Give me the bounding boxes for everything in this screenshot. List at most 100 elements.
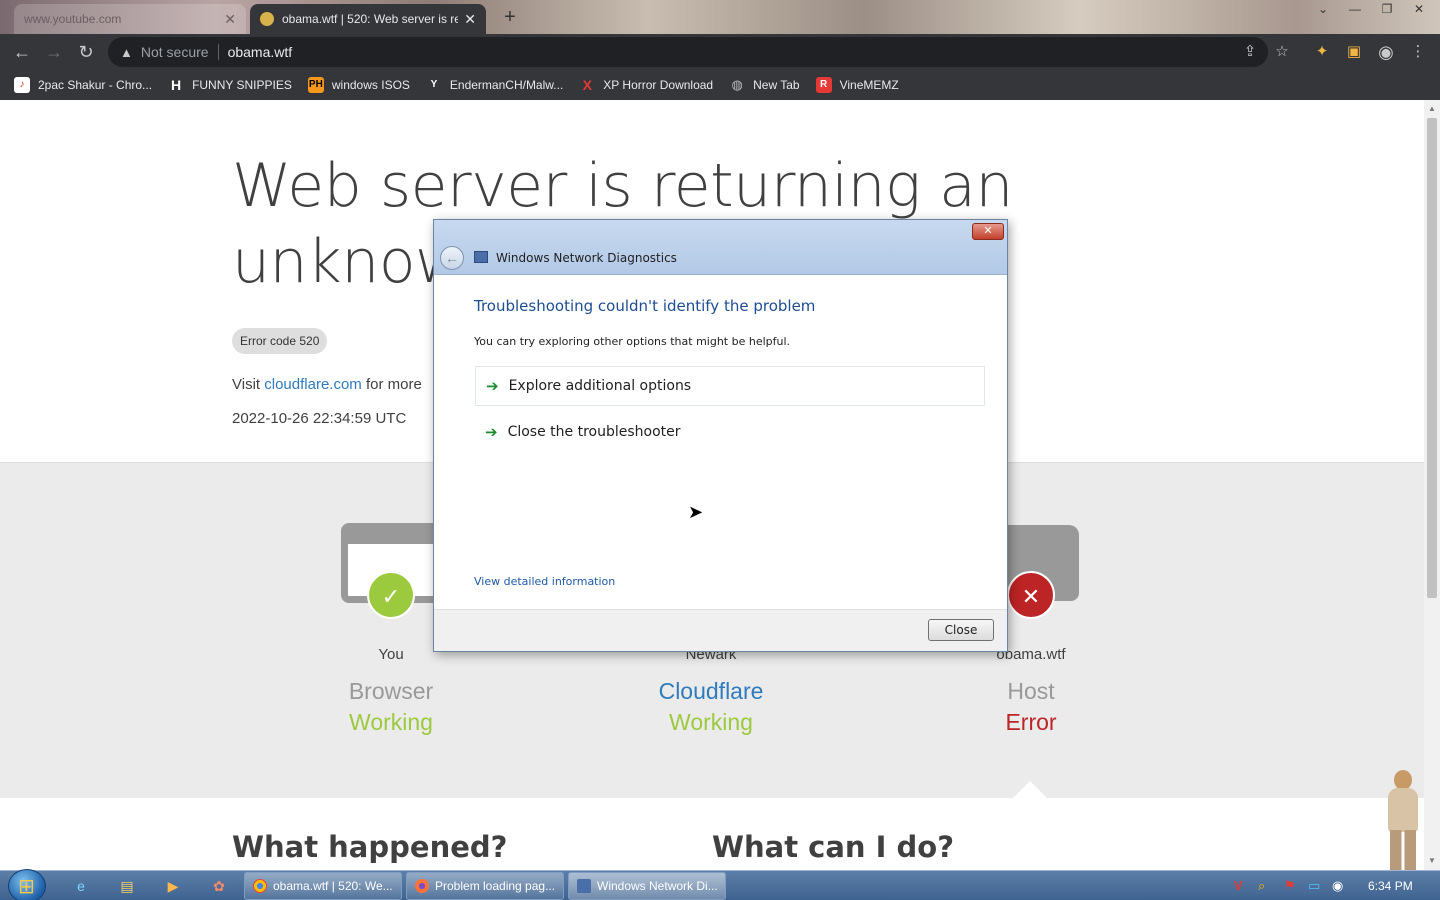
tab-youtube[interactable]: www.youtube.com ✕ (14, 4, 246, 34)
chrome-icon (253, 879, 267, 893)
diag-state: Error (1005, 709, 1057, 735)
error-x-icon: ✕ (1007, 571, 1055, 619)
bookmark-star-icon[interactable]: ☆ (1270, 40, 1294, 64)
bookmark-label: XP Horror Download (603, 78, 714, 92)
tab-title: www.youtube.com (24, 12, 122, 26)
tab-obama-wtf[interactable]: obama.wtf | 520: Web server is re ✕ (250, 4, 486, 34)
dialog-text: You can try exploring other options that… (474, 335, 791, 348)
window-controls: ⌄ — ❐ ✕ (1310, 0, 1432, 18)
cloudflare-link[interactable]: cloudflare.com (264, 376, 362, 393)
dialog-title-bar[interactable]: ✕ ← Windows Network Diagnostics (434, 220, 1007, 275)
new-tab-button[interactable]: + (498, 6, 522, 30)
bookmark-label: 2pac Shakur - Chro... (38, 78, 153, 92)
profile-avatar-icon[interactable]: ◉ (1374, 40, 1398, 64)
divider (217, 44, 219, 60)
site-favicon-icon (260, 12, 274, 26)
scroll-up-icon[interactable]: ▲ (1428, 104, 1436, 113)
mascot-body (1388, 788, 1418, 832)
network-diagnostics-icon (474, 251, 488, 263)
start-button[interactable] (8, 869, 46, 900)
taskbar: e ▤ ▶ ✿ obama.wtf | 520: We... Problem l… (0, 869, 1440, 900)
side-panel-icon[interactable]: ▣ (1342, 40, 1366, 64)
bookmark-funny-snippies[interactable]: H FUNNY SNIPPIES (168, 77, 292, 93)
antivirus-tray-icon[interactable]: V (1234, 878, 1243, 893)
visit-suffix: for more (365, 376, 422, 393)
h-icon: H (171, 77, 182, 93)
url-text[interactable]: obama.wtf (228, 44, 293, 60)
mascot-legs (1390, 830, 1416, 870)
tab-strip: www.youtube.com ✕ obama.wtf | 520: Web s… (0, 0, 1440, 34)
bookmark-label: EndermanCH/Malw... (449, 78, 564, 92)
media-player-icon[interactable]: ▶ (162, 875, 184, 897)
bookmark-new-tab[interactable]: ◍ New Tab (729, 77, 799, 93)
security-indicator[interactable]: Not secure (141, 44, 209, 60)
music-icon: ♪ (14, 77, 30, 93)
firefox-icon (415, 879, 429, 893)
taskbar-window-diagnostics[interactable]: Windows Network Di... (568, 872, 726, 900)
clock[interactable]: 6:34 PM (1368, 879, 1413, 893)
dialog-heading: Troubleshooting couldn't identify the pr… (474, 297, 816, 315)
bookmark-label: FUNNY SNIPPIES (192, 78, 292, 92)
back-icon[interactable]: ← (10, 40, 34, 64)
address-bar[interactable]: ▲ Not secure obama.wtf (108, 37, 1268, 67)
visit-line: Visit cloudflare.com for more (232, 376, 422, 393)
bookmark-2pac[interactable]: ♪ 2pac Shakur - Chro... (14, 77, 152, 93)
volume-tray-icon[interactable]: ◉ (1332, 878, 1343, 894)
paint-icon[interactable]: ✿ (208, 875, 230, 897)
taskbar-window-label: Problem loading pag... (435, 879, 556, 893)
search-tray-icon[interactable]: ⌕ (1258, 878, 1265, 894)
checkmark-icon: ✓ (367, 571, 415, 619)
bookmark-xp-horror[interactable]: X XP Horror Download (579, 77, 714, 93)
flag-tray-icon[interactable]: ⚑ (1284, 878, 1296, 894)
extensions-icon[interactable]: ✦ (1310, 40, 1334, 64)
visit-prefix: Visit (232, 376, 261, 393)
minimize-icon[interactable]: — (1342, 0, 1368, 18)
bookmark-label: New Tab (753, 78, 800, 92)
share-icon[interactable]: ⇪ (1238, 40, 1262, 64)
dialog-title: Windows Network Diagnostics (496, 251, 677, 265)
tab-title: obama.wtf | 520: Web server is re (282, 12, 459, 26)
view-detailed-info-link[interactable]: View detailed information (474, 575, 615, 588)
bookmark-endermanch[interactable]: Y EndermanCH/Malw... (426, 77, 564, 93)
file-explorer-icon[interactable]: ▤ (116, 875, 138, 897)
taskbar-window-label: Windows Network Di... (597, 879, 718, 893)
error-code-badge: Error code 520 (232, 328, 328, 354)
close-window-icon[interactable]: ✕ (1406, 0, 1432, 18)
browser-toolbar: ← → ↻ ▲ Not secure obama.wtf ⇪ ☆ ✦ ▣ ◉ ⋮ (0, 34, 1440, 70)
explore-options-link[interactable]: ➔ Explore additional options (475, 366, 985, 406)
close-tab-icon[interactable]: ✕ (224, 11, 236, 28)
diag-kind[interactable]: Cloudflare (601, 678, 821, 705)
scroll-thumb[interactable] (1427, 118, 1437, 598)
menu-icon[interactable]: ⋮ (1406, 40, 1430, 64)
option-label: Explore additional options (508, 378, 692, 394)
taskbar-window-label: obama.wtf | 520: We... (273, 879, 393, 893)
page-scrollbar[interactable]: ▲ ▼ (1424, 100, 1440, 870)
tab-search-icon[interactable]: ⌄ (1310, 0, 1336, 18)
bookmark-label: windows ISOS (331, 78, 410, 92)
bookmark-vinememz[interactable]: R VineMEMZ (815, 77, 899, 93)
dialog-close-icon[interactable]: ✕ (972, 223, 1004, 240)
globe-icon: ◍ (731, 77, 743, 92)
diag-kind: Host (1007, 678, 1055, 704)
desktop-mascot-figure (1376, 770, 1428, 870)
mouse-pointer-icon: ➤ (688, 502, 704, 522)
forward-icon[interactable]: → (42, 40, 66, 64)
maximize-icon[interactable]: ❐ (1374, 0, 1400, 18)
reload-icon[interactable]: ↻ (74, 40, 98, 64)
close-button[interactable]: Close (928, 619, 994, 641)
close-tab-icon[interactable]: ✕ (464, 11, 476, 28)
taskbar-window-chrome[interactable]: obama.wtf | 520: We... (244, 872, 402, 900)
internet-explorer-icon[interactable]: e (70, 875, 92, 897)
back-arrow-icon[interactable]: ← (440, 246, 464, 270)
warning-icon[interactable]: ▲ (120, 45, 133, 60)
scroll-down-icon[interactable]: ▼ (1428, 856, 1436, 865)
y-icon: Y (430, 79, 438, 90)
bookmark-windows-isos[interactable]: PH windows ISOS (307, 77, 410, 93)
bookmarks-bar: ♪ 2pac Shakur - Chro... H FUNNY SNIPPIES… (0, 70, 1440, 100)
network-diagnostics-icon (577, 879, 591, 893)
bookmark-label: VineMEMZ (839, 78, 899, 92)
network-tray-icon[interactable]: ▭ (1308, 878, 1320, 894)
taskbar-window-firefox[interactable]: Problem loading pag... (406, 872, 564, 900)
diag-state: Working (669, 709, 753, 735)
close-troubleshooter-link[interactable]: ➔ Close the troubleshooter (475, 412, 985, 452)
